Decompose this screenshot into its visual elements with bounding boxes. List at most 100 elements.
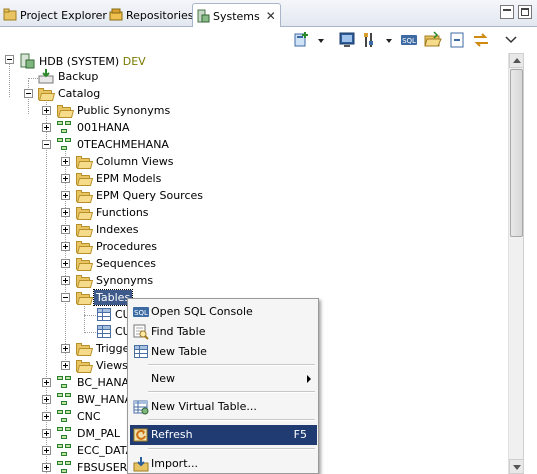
tree-node-procedures[interactable]: Procedures: [94, 239, 159, 254]
menu-item-refresh[interactable]: Refresh F5: [130, 425, 317, 445]
tree-node-schema[interactable]: DM_PAL: [75, 426, 122, 441]
tree-node-views[interactable]: Views: [94, 358, 130, 373]
menu-item-label: Refresh: [151, 428, 193, 441]
tab-project-explorer[interactable]: Project Explorer: [0, 3, 111, 27]
system-dev-tag: DEV: [122, 55, 146, 68]
view-toolbar: SQL: [0, 27, 537, 53]
view-menu-icon[interactable]: [502, 31, 520, 49]
add-system-icon[interactable]: [293, 31, 311, 49]
vertical-scrollbar[interactable]: [508, 53, 524, 474]
menu-item-new[interactable]: New: [130, 369, 317, 389]
tree-node-epm-models[interactable]: EPM Models: [94, 171, 163, 186]
expand-toggle-icon[interactable]: [42, 412, 51, 421]
collapse-toggle-icon[interactable]: [24, 89, 33, 98]
collapse-toggle-icon[interactable]: [61, 293, 70, 302]
tree-node-schema[interactable]: CNC: [75, 409, 103, 424]
tree-node-epm-query-sources[interactable]: EPM Query Sources: [94, 188, 205, 203]
tree-node-schema[interactable]: BW_HANA: [75, 392, 134, 407]
folder-open-icon: [38, 88, 56, 101]
tools-dropdown-icon[interactable]: [386, 39, 392, 43]
tree-node-indexes[interactable]: Indexes: [94, 222, 140, 237]
close-tab-icon[interactable]: ✕: [266, 9, 276, 23]
project-explorer-icon: [3, 8, 17, 22]
tab-label: Repositories: [126, 8, 194, 22]
tab-repositories[interactable]: Repositories: [106, 3, 198, 27]
tree-node-sequences[interactable]: Sequences: [94, 256, 158, 271]
tree-node-functions[interactable]: Functions: [94, 205, 151, 220]
repositories-icon: [109, 8, 123, 22]
scroll-down-arrow-icon[interactable]: [509, 459, 524, 474]
expand-toggle-icon[interactable]: [61, 174, 70, 183]
menu-separator: [148, 391, 315, 393]
tree-node-catalog[interactable]: Catalog: [56, 86, 102, 101]
expand-toggle-icon[interactable]: [61, 259, 70, 268]
collapse-toggle-icon[interactable]: [42, 140, 51, 149]
menu-item-import[interactable]: Import...: [130, 454, 317, 474]
schema-icon: [57, 376, 73, 390]
expand-toggle-icon[interactable]: [42, 429, 51, 438]
virtual-table-icon: [133, 400, 149, 415]
folder-icon: [76, 241, 94, 254]
view-border: [523, 53, 537, 474]
backup-icon: [38, 69, 54, 84]
open-folder-icon[interactable]: [424, 31, 442, 49]
import-icon: [133, 457, 149, 472]
expand-toggle-icon[interactable]: [42, 395, 51, 404]
tree-node-public-synonyms[interactable]: Public Synonyms: [75, 103, 172, 118]
tree-node-schema[interactable]: 001HANA: [75, 120, 132, 135]
folder-icon: [76, 173, 94, 186]
schema-icon: [57, 427, 73, 441]
schema-icon: [57, 138, 73, 152]
expand-toggle-icon[interactable]: [42, 106, 51, 115]
link-with-editor-icon[interactable]: [472, 31, 490, 49]
menu-item-find-table[interactable]: Find Table: [130, 322, 317, 342]
system-icon: [20, 53, 35, 69]
add-system-dropdown-icon[interactable]: [318, 39, 324, 43]
minimize-view-button[interactable]: [500, 5, 514, 19]
tree-node-triggers[interactable]: Trigge: [94, 341, 131, 356]
sql-console-icon[interactable]: [338, 31, 356, 49]
tools-icon[interactable]: [362, 31, 380, 49]
expand-toggle-icon[interactable]: [42, 123, 51, 132]
scroll-thumb[interactable]: [510, 69, 523, 237]
tree-node-column-views[interactable]: Column Views: [94, 154, 175, 169]
collapse-toggle-icon[interactable]: [5, 55, 14, 64]
maximize-view-button[interactable]: [518, 5, 532, 19]
tree-node-schema[interactable]: 0TEACHMEHANA: [75, 137, 171, 152]
expand-toggle-icon[interactable]: [61, 208, 70, 217]
folder-icon: [76, 156, 94, 169]
folder-icon: [76, 207, 94, 220]
menu-item-new-table[interactable]: New Table: [130, 342, 317, 362]
expand-toggle-icon[interactable]: [61, 191, 70, 200]
tree-node-synonyms[interactable]: Synonyms: [94, 273, 155, 288]
sql-console-icon: SQL: [133, 307, 149, 317]
folder-icon: [76, 275, 94, 288]
expand-toggle-icon[interactable]: [61, 225, 70, 234]
folder-icon: [57, 105, 75, 118]
schema-icon: [57, 444, 73, 458]
expand-toggle-icon[interactable]: [61, 242, 70, 251]
expand-toggle-icon[interactable]: [42, 446, 51, 455]
expand-toggle-icon[interactable]: [42, 378, 51, 387]
scroll-up-arrow-icon[interactable]: [509, 53, 524, 68]
menu-item-open-sql-console[interactable]: SQL Open SQL Console: [130, 302, 317, 322]
refresh-icon: [133, 428, 148, 442]
tab-systems[interactable]: Systems ✕: [192, 3, 281, 28]
expand-toggle-icon[interactable]: [61, 157, 70, 166]
tree-node-schema[interactable]: BC_HANA: [75, 375, 131, 390]
expand-toggle-icon[interactable]: [61, 276, 70, 285]
folder-icon: [76, 224, 94, 237]
tree-node-system[interactable]: HDB (SYSTEM) DEV: [37, 54, 148, 69]
tree-node-backup[interactable]: Backup: [56, 69, 100, 84]
expand-toggle-icon[interactable]: [42, 463, 51, 472]
folder-icon: [76, 343, 94, 356]
collapse-all-icon[interactable]: [448, 31, 466, 49]
schema-icon: [57, 121, 73, 135]
menu-item-new-virtual-table[interactable]: New Virtual Table...: [130, 397, 317, 417]
menu-item-label: Find Table: [151, 325, 206, 338]
view-tab-bar: Project Explorer Repositories Systems ✕: [0, 0, 537, 28]
sql-icon[interactable]: SQL: [400, 31, 418, 49]
expand-toggle-icon[interactable]: [61, 344, 70, 353]
tab-label: Project Explorer: [20, 8, 107, 22]
expand-toggle-icon[interactable]: [61, 361, 70, 370]
